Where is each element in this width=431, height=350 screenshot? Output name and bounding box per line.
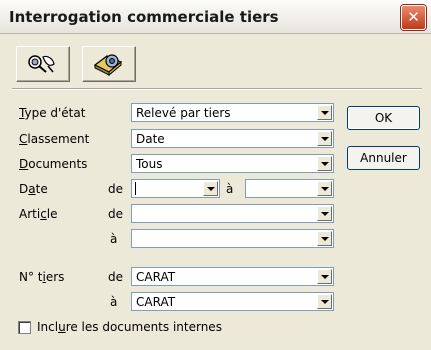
ok-button[interactable]: OK bbox=[347, 106, 420, 130]
tiers-from-word: de bbox=[108, 270, 123, 284]
classement-select[interactable]: Date bbox=[131, 129, 334, 148]
type-etat-label: Type d'état bbox=[19, 106, 86, 120]
tiers-to-word: à bbox=[110, 295, 118, 309]
text-cursor bbox=[135, 182, 136, 195]
chevron-down-icon[interactable] bbox=[317, 269, 332, 284]
tiers-label: N° tiers bbox=[19, 270, 65, 284]
classement-label: Classement bbox=[19, 132, 90, 146]
date-to-picker[interactable] bbox=[245, 179, 334, 198]
date-label: Date bbox=[19, 182, 48, 196]
chevron-down-icon[interactable] bbox=[317, 231, 332, 246]
chevron-down-icon[interactable] bbox=[203, 181, 218, 196]
documents-label: Documents bbox=[19, 157, 88, 171]
type-etat-select[interactable]: Relevé par tiers bbox=[131, 103, 334, 122]
toolbar-separator bbox=[12, 88, 422, 90]
close-icon: ✕ bbox=[407, 8, 420, 26]
close-button[interactable]: ✕ bbox=[401, 5, 426, 30]
include-internal-label[interactable]: Inclure les documents internes bbox=[37, 320, 222, 334]
chevron-down-icon[interactable] bbox=[317, 131, 332, 146]
article-to-word: à bbox=[110, 232, 118, 246]
window-title: Interrogation commerciale tiers bbox=[9, 8, 279, 26]
documents-select[interactable]: Tous bbox=[131, 154, 334, 173]
article-label: Article bbox=[19, 207, 58, 221]
include-internal-checkbox[interactable] bbox=[18, 321, 31, 334]
chevron-down-icon[interactable] bbox=[317, 105, 332, 120]
title-bar: Interrogation commerciale tiers ✕ bbox=[0, 0, 431, 34]
tiers-to-select[interactable]: CARAT bbox=[131, 292, 334, 311]
article-from-select[interactable] bbox=[131, 204, 334, 223]
article-from-word: de bbox=[108, 207, 123, 221]
date-to-word: à bbox=[226, 182, 234, 196]
settings-button[interactable] bbox=[82, 46, 136, 82]
chevron-down-icon[interactable] bbox=[317, 181, 332, 196]
disk-settings-icon bbox=[93, 54, 123, 77]
cancel-button[interactable]: Annuler bbox=[347, 146, 420, 170]
tiers-from-select[interactable]: CARAT bbox=[131, 267, 334, 286]
chevron-down-icon[interactable] bbox=[317, 294, 332, 309]
chevron-down-icon[interactable] bbox=[317, 156, 332, 171]
date-from-word: de bbox=[108, 182, 123, 196]
chevron-down-icon[interactable] bbox=[317, 206, 332, 221]
article-to-select[interactable] bbox=[131, 229, 334, 248]
search-button[interactable] bbox=[16, 46, 70, 82]
search-binoculars-icon bbox=[28, 55, 55, 73]
date-from-picker[interactable] bbox=[131, 179, 220, 198]
